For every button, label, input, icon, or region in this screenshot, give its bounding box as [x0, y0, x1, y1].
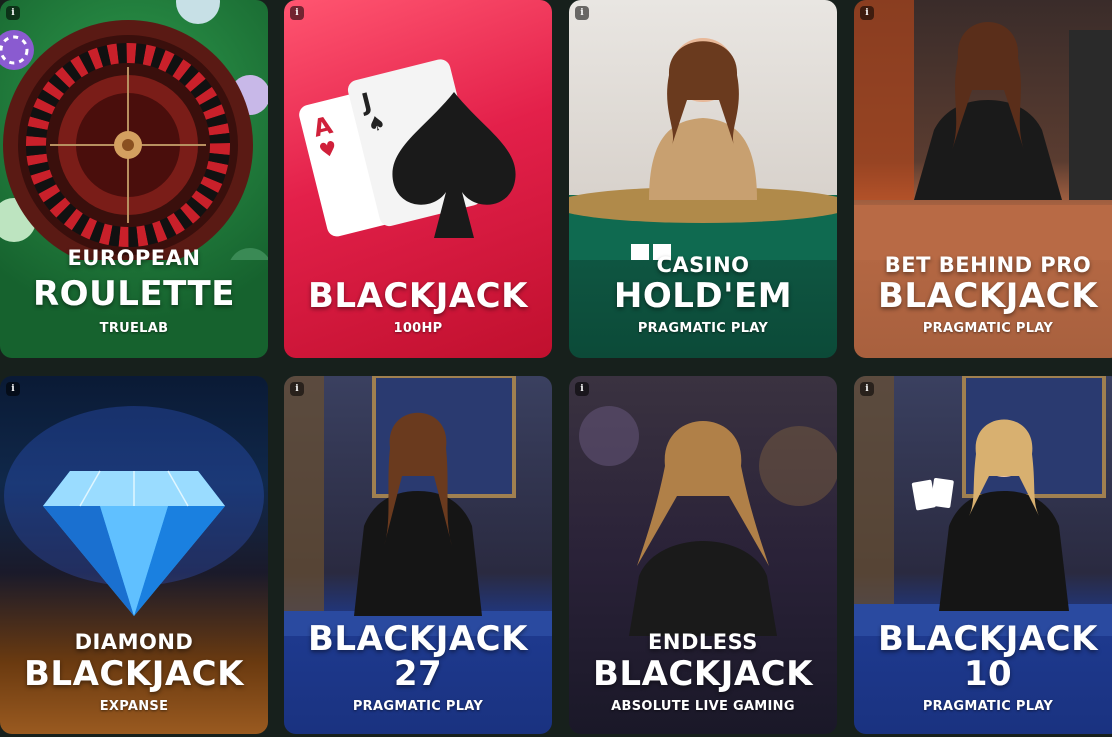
game-subtitle: DIAMOND: [74, 630, 194, 654]
game-card-endless-blackjack[interactable]: i ENDLESS BLACKJACK ABSOLUTE LIVE GAMING: [569, 376, 837, 734]
game-card-casino-holdem[interactable]: i CASINO HOLD'EM PRAGMATIC PLAY: [569, 0, 837, 358]
game-title-line2: 27: [393, 654, 443, 694]
info-icon[interactable]: i: [290, 382, 304, 396]
game-card-european-roulette[interactable]: i EUROPEAN ROULETTE TRUELAB: [0, 0, 268, 358]
game-title-line2: 10: [963, 654, 1013, 694]
game-subtitle: BET BEHIND PRO: [884, 253, 1092, 277]
info-icon[interactable]: i: [6, 382, 20, 396]
game-grid: i EUROPEAN ROULETTE TRUELAB A ♥ J ♠ i BL…: [0, 0, 1112, 737]
dealer-image: [579, 406, 837, 636]
dealer-image: [854, 376, 1112, 636]
info-icon[interactable]: i: [860, 382, 874, 396]
game-title: ROULETTE: [33, 274, 235, 314]
info-icon[interactable]: i: [575, 382, 589, 396]
game-provider: PRAGMATIC PLAY: [922, 699, 1054, 714]
game-card-blackjack-100hp[interactable]: A ♥ J ♠ i BLACKJACK 100HP: [284, 0, 552, 358]
game-title: BLACKJACK: [878, 619, 1098, 659]
info-icon[interactable]: i: [6, 6, 20, 20]
dealer-image: [284, 376, 552, 636]
diamond-image: [4, 406, 264, 616]
game-provider: 100HP: [393, 321, 443, 336]
game-provider: PRAGMATIC PLAY: [352, 699, 484, 714]
playing-cards-image: A ♥ J ♠: [299, 59, 516, 238]
roulette-wheel-image: [0, 0, 268, 260]
game-card-blackjack-27[interactable]: i BLACKJACK 27 PRAGMATIC PLAY: [284, 376, 552, 734]
info-icon[interactable]: i: [290, 6, 304, 20]
dealer-image: [854, 0, 1112, 260]
game-subtitle: CASINO: [656, 253, 750, 277]
game-title: BLACKJACK: [878, 276, 1098, 316]
game-provider: PRAGMATIC PLAY: [637, 321, 769, 336]
game-card-blackjack-10[interactable]: i BLACKJACK 10 PRAGMATIC PLAY: [854, 376, 1112, 734]
game-provider: EXPANSE: [99, 699, 169, 714]
game-subtitle: ENDLESS: [648, 630, 758, 654]
game-provider: ABSOLUTE LIVE GAMING: [611, 699, 795, 714]
game-provider: PRAGMATIC PLAY: [922, 321, 1054, 336]
info-icon[interactable]: i: [575, 6, 589, 20]
info-icon[interactable]: i: [860, 6, 874, 20]
game-title: BLACKJACK: [308, 619, 528, 659]
game-provider: TRUELAB: [99, 321, 169, 336]
dealer-image: [569, 38, 837, 260]
game-card-diamond-blackjack[interactable]: i DIAMOND BLACKJACK EXPANSE: [0, 376, 268, 734]
game-title: BLACKJACK: [593, 654, 813, 694]
game-title: HOLD'EM: [613, 276, 793, 316]
game-subtitle: EUROPEAN: [67, 246, 201, 270]
game-title: BLACKJACK: [24, 654, 244, 694]
game-title: BLACKJACK: [308, 276, 528, 316]
game-card-bet-behind-pro-blackjack[interactable]: i BET BEHIND PRO BLACKJACK PRAGMATIC PLA…: [854, 0, 1112, 358]
